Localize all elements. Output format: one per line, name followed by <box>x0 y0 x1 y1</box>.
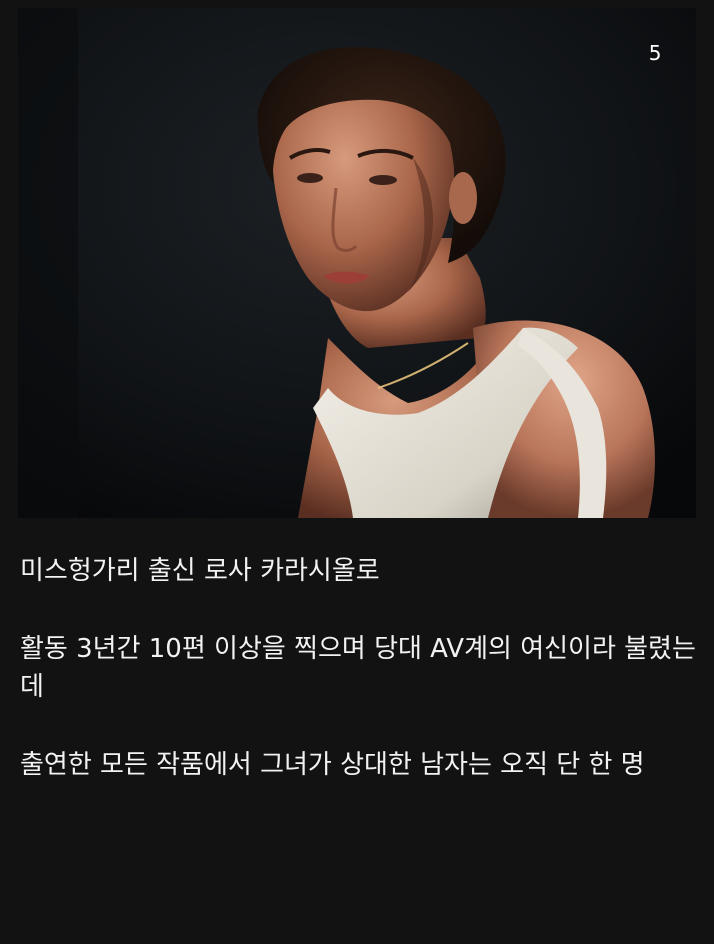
caption-line-3: 출연한 모든 작품에서 그녀가 상대한 남자는 오직 단 한 명 <box>20 750 645 780</box>
caption-line-2: 활동 3년간 10편 이상을 찍으며 당대 AV계의 여신이라 불렸는데 <box>20 634 696 702</box>
page-counter: 5 <box>648 41 662 65</box>
post-page: 5 미스헝가리 출신 로사 카라시올로 활동 3년간 10편 이상을 찍으며 당… <box>0 0 714 944</box>
gallery-image[interactable]: 5 <box>18 8 696 518</box>
portrait-photo <box>18 8 696 518</box>
caption-line-1: 미스헝가리 출신 로사 카라시올로 <box>20 556 380 586</box>
